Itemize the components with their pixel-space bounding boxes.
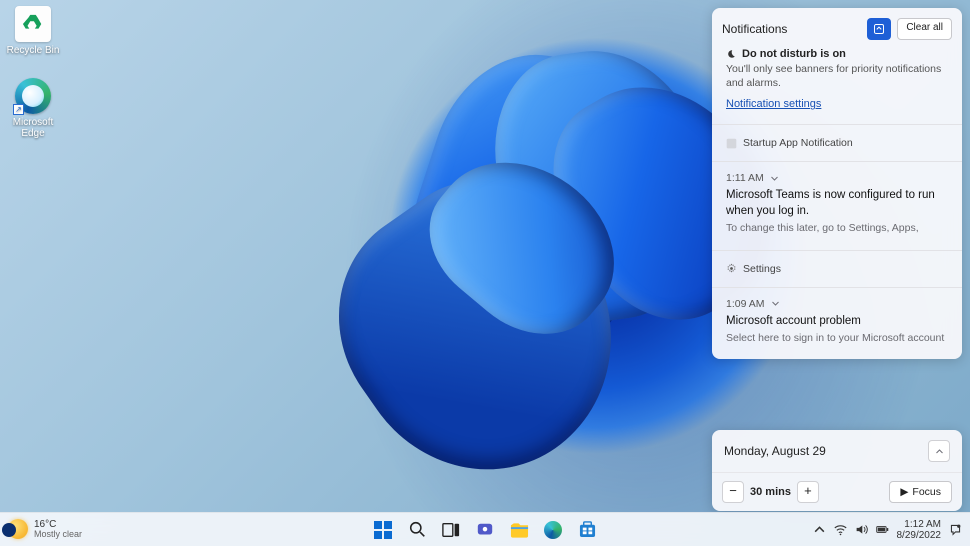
divider <box>712 287 962 288</box>
notification-title: Microsoft Teams is now configured to run… <box>726 188 948 219</box>
dnd-description: You'll only see banners for priority not… <box>726 62 948 90</box>
system-tray: 1:12 AM 8/29/2022 <box>813 519 963 541</box>
tray-chevron-icon[interactable] <box>813 523 826 536</box>
taskbar-app-chat[interactable] <box>470 515 500 545</box>
notifications-panel: Notifications Clear all Do not disturb i… <box>712 8 962 359</box>
dnd-block: Do not disturb is on You'll only see ban… <box>712 48 962 120</box>
calendar-panel: Monday, August 29 − 30 mins + ▶ Focus <box>712 430 962 511</box>
duration-value: 30 mins <box>750 486 791 498</box>
search-button[interactable] <box>402 515 432 545</box>
duration-increase-button[interactable]: + <box>797 481 819 503</box>
app-icon <box>726 138 737 149</box>
desktop-icon-edge[interactable]: ↗ Microsoft Edge <box>2 78 64 139</box>
taskbar-app-explorer[interactable] <box>504 515 534 545</box>
weather-widget[interactable]: 16°C Mostly clear <box>8 519 82 540</box>
notification-subtitle: Select here to sign in to your Microsoft… <box>726 331 948 345</box>
volume-icon[interactable] <box>855 523 868 536</box>
tray-time: 1:12 AM <box>897 519 942 530</box>
chevron-up-icon <box>935 447 944 456</box>
recycle-bin-icon <box>15 6 51 42</box>
gear-icon <box>726 263 737 274</box>
notifications-collapse-button[interactable] <box>867 18 891 40</box>
taskbar-app-store[interactable] <box>572 515 602 545</box>
notification-subtitle: To change this later, go to Settings, Ap… <box>726 221 948 235</box>
notification-source-header[interactable]: Settings <box>712 255 962 283</box>
desktop-icon-recycle-bin[interactable]: Recycle Bin <box>2 6 64 56</box>
calendar-expand-button[interactable] <box>928 440 950 462</box>
notification-source-header[interactable]: Startup App Notification <box>712 129 962 157</box>
notification-settings-link[interactable]: Notification settings <box>726 98 821 110</box>
folder-icon <box>510 522 529 538</box>
notification-time: 1:11 AM <box>726 172 764 184</box>
weather-desc: Mostly clear <box>34 530 82 540</box>
task-view-button[interactable] <box>436 515 466 545</box>
store-icon <box>579 521 596 538</box>
taskbar-center <box>368 515 602 545</box>
notification-time: 1:09 AM <box>726 298 765 310</box>
focus-label: Focus <box>912 486 941 498</box>
chevron-down-icon <box>771 299 780 308</box>
notification-time-row[interactable]: 1:09 AM <box>712 292 962 312</box>
duration-decrease-button[interactable]: − <box>722 481 744 503</box>
battery-icon[interactable] <box>876 523 889 536</box>
start-button[interactable] <box>368 515 398 545</box>
play-icon: ▶ <box>900 486 908 498</box>
edge-icon <box>544 521 562 539</box>
notification-source-label: Startup App Notification <box>743 137 853 149</box>
chevron-down-icon <box>770 174 779 183</box>
desktop-icon-label: Recycle Bin <box>2 45 64 56</box>
calendar-date[interactable]: Monday, August 29 <box>724 444 826 458</box>
divider <box>712 161 962 162</box>
focus-duration-stepper: − 30 mins + <box>722 481 819 503</box>
notification-item[interactable]: Microsoft Teams is now configured to run… <box>712 186 962 245</box>
notifications-title: Notifications <box>722 22 787 36</box>
notification-time-row[interactable]: 1:11 AM <box>712 166 962 186</box>
notification-source-label: Settings <box>743 263 781 275</box>
dnd-title: Do not disturb is on <box>742 48 846 60</box>
tray-date: 8/29/2022 <box>897 530 942 541</box>
notification-title: Microsoft account problem <box>726 314 948 330</box>
taskbar: 16°C Mostly clear 1:12 AM <box>0 512 970 546</box>
windows-icon <box>374 521 392 539</box>
taskbar-app-edge[interactable] <box>538 515 568 545</box>
divider <box>712 124 962 125</box>
clear-all-button[interactable]: Clear all <box>897 18 952 40</box>
weather-icon <box>8 519 28 539</box>
shortcut-badge: ↗ <box>13 104 24 115</box>
divider <box>712 250 962 251</box>
notification-tray-icon[interactable] <box>949 523 962 536</box>
focus-button[interactable]: ▶ Focus <box>889 481 952 503</box>
search-icon <box>409 521 426 538</box>
notification-item[interactable]: Microsoft account problem Select here to… <box>712 312 962 356</box>
desktop-icon-label: Microsoft Edge <box>2 117 64 139</box>
wifi-icon[interactable] <box>834 523 847 536</box>
tray-clock[interactable]: 1:12 AM 8/29/2022 <box>897 519 942 541</box>
task-view-icon <box>442 522 460 538</box>
moon-icon <box>726 49 736 59</box>
chat-icon <box>476 521 494 539</box>
